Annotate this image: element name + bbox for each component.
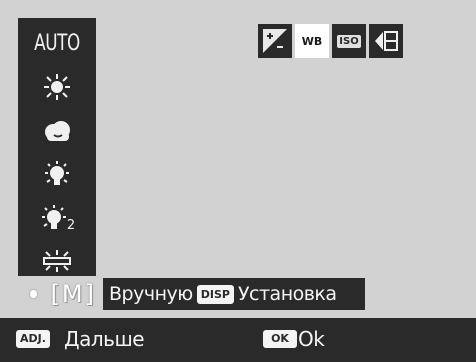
exposure-compensation-icon — [263, 29, 287, 53]
ok-button-badge[interactable]: OK — [263, 330, 297, 348]
wb-manual-option[interactable]: [M] — [18, 276, 96, 312]
wb-auto-option[interactable]: AUTO — [24, 24, 90, 62]
menu-tabs: WB ISO — [258, 24, 406, 58]
wb-fluorescent-option[interactable] — [18, 242, 96, 280]
bulb-2-suffix: 2 — [66, 217, 76, 233]
set-label: Установка — [237, 283, 337, 305]
bulb-icon — [45, 161, 69, 185]
ok-label: Ok — [298, 327, 325, 351]
wb-cloudy-option[interactable] — [18, 112, 96, 150]
tab-iso-label: ISO — [337, 34, 361, 48]
selection-indicator — [30, 290, 37, 298]
wb-incandescent-2-option[interactable]: 2 — [18, 200, 96, 238]
wb-manual-short-label: [M] — [50, 280, 96, 308]
wb-manual-description: Вручную DISP Установка — [103, 278, 365, 310]
bottom-hint-bar: ADJ. Дальше OK Ok — [0, 318, 476, 362]
bulb-2-icon — [41, 205, 66, 229]
white-balance-menu: AUTO 2 — [18, 18, 96, 276]
next-label: Дальше — [64, 327, 145, 351]
tab-image-quality[interactable] — [369, 24, 403, 58]
tab-iso[interactable]: ISO — [332, 24, 366, 58]
tab-exposure-compensation[interactable] — [258, 24, 292, 58]
disp-button-badge[interactable]: DISP — [196, 284, 234, 304]
cloud-icon — [45, 121, 70, 141]
camera-wb-menu-screen: AUTO 2 [M] Вручную DISP Установка WB ISO… — [0, 0, 476, 362]
image-quality-icon — [375, 31, 398, 51]
wb-incandescent-option[interactable] — [18, 156, 96, 194]
fluorescent-icon — [43, 250, 71, 272]
wb-daylight-option[interactable] — [18, 68, 96, 106]
adj-button-badge[interactable]: ADJ. — [16, 330, 50, 348]
sun-icon — [44, 74, 70, 100]
manual-label: Вручную — [109, 283, 193, 305]
tab-wb-label: WB — [301, 34, 323, 48]
wb-auto-label: AUTO — [34, 30, 80, 56]
tab-white-balance[interactable]: WB — [295, 24, 329, 58]
